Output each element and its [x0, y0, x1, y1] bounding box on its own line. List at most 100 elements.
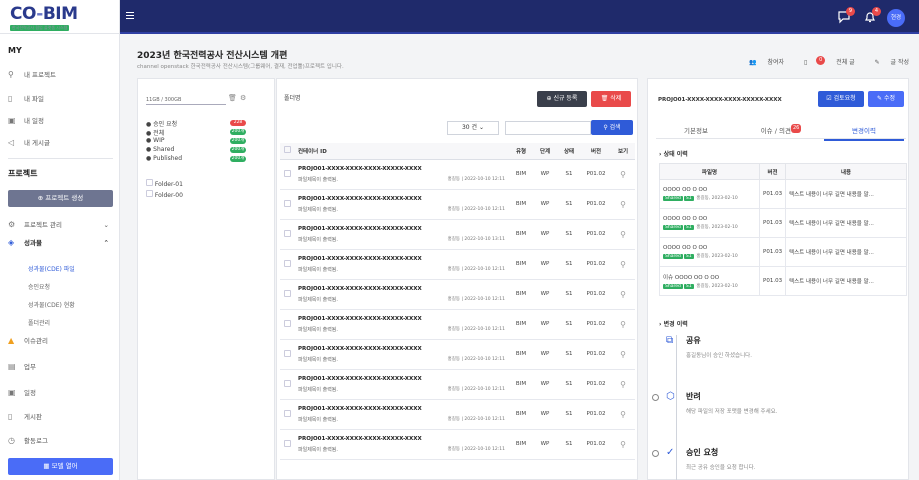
status-tree-item[interactable]: ● 전체 — [146, 128, 164, 137]
user-avatar[interactable]: 현경 — [887, 9, 905, 27]
magnifier-icon[interactable]: ⚲ — [620, 260, 626, 269]
row-select — [280, 249, 294, 280]
hamburger-menu-icon[interactable] — [126, 12, 134, 19]
view-cell: ⚲ — [611, 399, 635, 430]
all-posts-link[interactable]: ▯ 0 전체 글 — [795, 56, 855, 66]
container-id: PROJO01-XXXX-XXXX-XXXX-XXXXX-XXXX — [298, 435, 422, 442]
file-list-panel: 폴더명 ⊕ 신규 등록 🗑 삭제 30 건 ⌄ ⚲ 검색 컨테이너 ID 유형 … — [276, 78, 638, 480]
magnifier-icon[interactable]: ⚲ — [620, 200, 626, 209]
status-cell: S1 — [557, 399, 581, 430]
tab-change-history[interactable]: 변경이력 — [824, 123, 904, 141]
create-project-button[interactable]: ⊕ 프로젝트 생성 — [8, 190, 113, 207]
app-logo[interactable]: CO-BIM 한국전력공사 협업 플랫폼 시스템 — [0, 0, 120, 34]
checkbox[interactable] — [283, 349, 291, 357]
sidebar-item-my-posts[interactable]: ◁ 내 게시글 — [8, 136, 113, 150]
sidebar-item-activity-log[interactable]: ◷ 활동로그 — [8, 434, 113, 448]
edit-button[interactable]: ✎ 수정 — [868, 91, 904, 107]
history-author: 홍길동, 2023-02-10 — [696, 284, 738, 289]
magnifier-icon[interactable]: ⚲ — [620, 380, 626, 389]
select-all-header[interactable] — [280, 143, 294, 160]
sidebar-item-project-management[interactable]: ⚙ 프로젝트 관리 ⌄ — [8, 218, 113, 232]
page-size-select[interactable]: 30 건 ⌄ — [447, 121, 499, 135]
magnifier-icon[interactable]: ⚲ — [620, 440, 626, 449]
sidebar-item-my-schedule[interactable]: ▣ 내 일정 — [8, 114, 113, 128]
stage-cell: WP — [533, 429, 557, 460]
table-row[interactable]: PROJO01-XXXX-XXXX-XXXX-XXXXX-XXXX 파일제목이 출… — [280, 429, 635, 460]
tab-basic-info[interactable]: 기본정보 — [656, 123, 736, 139]
checkbox[interactable] — [283, 259, 291, 267]
review-request-button[interactable]: ☑ 검토요청 — [818, 91, 864, 107]
history-content: 텍스트 내용이 너무 길면 내용을 말... — [785, 237, 907, 267]
pencil-icon: ✎ — [874, 59, 880, 66]
tab-issues[interactable]: 이슈 / 의견 26 — [741, 123, 821, 139]
folder-item[interactable]: Folder-00 — [146, 190, 183, 199]
container-cell: PROJO01-XXXX-XXXX-XXXX-XXXXX-XXXX 파일제목이 출… — [294, 309, 509, 340]
sidebar-subitem-cde-status[interactable]: 성과물(CDE) 현황 — [28, 300, 75, 309]
table-row[interactable]: PROJO01-XXXX-XXXX-XXXX-XXXXX-XXXX 파일제목이 출… — [280, 369, 635, 400]
magnifier-icon[interactable]: ⚲ — [620, 230, 626, 239]
search-button[interactable]: ⚲ 검색 — [591, 120, 633, 135]
container-id: PROJO01-XXXX-XXXX-XXXX-XXXXX-XXXX — [298, 225, 422, 232]
status-tree-item[interactable]: ● Shared — [146, 146, 174, 153]
history-file-cell: OOOO OO O OO Shared S1 홍길동, 2023-02-10 — [659, 179, 760, 209]
history-row[interactable]: OOOO OO O OO Shared S1 홍길동, 2023-02-10 P01.… — [659, 237, 907, 267]
delete-button[interactable]: 🗑 삭제 — [591, 91, 631, 107]
magnifier-icon[interactable]: ⚲ — [620, 410, 626, 419]
status-tree-item[interactable]: ● WIP — [146, 137, 164, 144]
checkbox[interactable] — [283, 289, 291, 297]
type-cell: BIM — [509, 159, 533, 190]
table-row[interactable]: PROJO01-XXXX-XXXX-XXXX-XXXXX-XXXX 파일제목이 출… — [280, 189, 635, 220]
sidebar-item-issues[interactable]: ▲ 이슈관리 — [8, 334, 113, 348]
calendar-icon: ▣ — [8, 388, 16, 397]
sidebar-item-tasks[interactable]: ▤ 업무 — [8, 360, 113, 374]
sidebar-item-deliverables[interactable]: ◈ 성과물 ⌃ — [8, 236, 113, 250]
table-row[interactable]: PROJO01-XXXX-XXXX-XXXX-XXXXX-XXXX 파일제목이 출… — [280, 219, 635, 250]
checkbox[interactable] — [283, 409, 291, 417]
table-row[interactable]: PROJO01-XXXX-XXXX-XXXX-XXXXX-XXXX 파일제목이 출… — [280, 399, 635, 430]
magnifier-icon[interactable]: ⚲ — [620, 170, 626, 179]
table-row[interactable]: PROJO01-XXXX-XXXX-XXXX-XXXXX-XXXX 파일제목이 출… — [280, 339, 635, 370]
sidebar-item-my-projects[interactable]: ⚲ 내 프로젝트 — [8, 68, 113, 82]
write-post-link[interactable]: ✎ 글 작성 — [866, 59, 909, 66]
all-posts-badge: 0 — [816, 56, 826, 65]
checkbox[interactable] — [283, 439, 291, 447]
status-tree-item[interactable]: ● Published — [146, 155, 182, 162]
sidebar-item-board[interactable]: ▯ 게시판 — [8, 410, 113, 424]
history-row[interactable]: 이슈 OOOO OO O OO Shared S1 홍길동, 2023-02-10 P… — [659, 266, 907, 296]
open-model-button[interactable]: ▦ 모델 열어 — [8, 458, 113, 475]
search-input[interactable] — [505, 121, 591, 135]
table-row[interactable]: PROJO01-XXXX-XXXX-XXXX-XXXXX-XXXX 파일제목이 출… — [280, 159, 635, 190]
folder-item[interactable]: Folder-01 — [146, 179, 183, 188]
magnifier-icon[interactable]: ⚲ — [620, 290, 626, 299]
gear-icon[interactable]: ⚙ — [240, 94, 246, 102]
checkbox[interactable] — [283, 379, 291, 387]
trash-icon[interactable]: 🗑 — [228, 94, 237, 102]
table-row[interactable]: PROJO01-XXXX-XXXX-XXXX-XXXXX-XXXX 파일제목이 출… — [280, 279, 635, 310]
magnifier-icon[interactable]: ⚲ — [620, 350, 626, 359]
table-row[interactable]: PROJO01-XXXX-XXXX-XXXX-XXXXX-XXXX 파일제목이 출… — [280, 309, 635, 340]
table-row[interactable]: PROJO01-XXXX-XXXX-XXXX-XXXXX-XXXX 파일제목이 출… — [280, 249, 635, 280]
checkbox[interactable] — [283, 319, 291, 327]
history-row[interactable]: OOOO OO O OO Shared S1 홍길동, 2023-02-10 P01.… — [659, 208, 907, 238]
status-cell: S1 — [557, 369, 581, 400]
sidebar-subitem-cde-files[interactable]: 성과물(CDE) 파일 — [28, 264, 75, 273]
sidebar-item-schedule[interactable]: ▣ 일정 — [8, 386, 113, 400]
sidebar-item-my-files[interactable]: ▯ 내 파일 — [8, 92, 113, 106]
checkbox[interactable] — [283, 229, 291, 237]
sidebar-subitem-approval[interactable]: 승인요청 — [28, 282, 50, 291]
status-tree-label: Shared — [153, 146, 175, 153]
magnifier-icon[interactable]: ⚲ — [620, 320, 626, 329]
checkbox[interactable] — [283, 146, 291, 154]
timeline-title: 반려 — [686, 392, 701, 401]
checkbox[interactable] — [283, 169, 291, 177]
participants-link[interactable]: 👥 참여자 — [740, 59, 784, 66]
detail-tabs: 기본정보 이슈 / 의견 26 변경이력 — [656, 123, 906, 141]
cube-icon: ⬡ — [666, 391, 675, 402]
checkbox[interactable] — [283, 199, 291, 207]
history-row[interactable]: OOOO OO O OO Shared S1 홍길동, 2023-02-10 P01.… — [659, 179, 907, 209]
chat-icon[interactable]: 9 — [836, 7, 855, 25]
status-tree-item[interactable]: ● 승인 요청 — [146, 119, 177, 128]
notification-icon[interactable]: 4 — [862, 7, 881, 25]
register-button[interactable]: ⊕ 신규 등록 — [537, 91, 587, 107]
sidebar-subitem-folder-management[interactable]: 폴더관리 — [28, 318, 50, 327]
